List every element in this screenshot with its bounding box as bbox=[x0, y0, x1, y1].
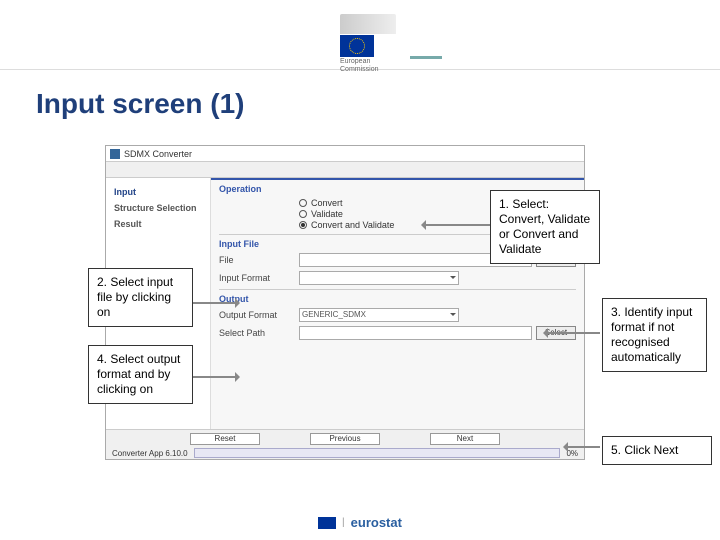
progress-bar bbox=[194, 448, 561, 458]
output-section: Output bbox=[219, 294, 576, 304]
ec-logo: European Commission bbox=[340, 14, 396, 73]
sidebar-item-input[interactable]: Input bbox=[112, 184, 204, 200]
output-select-button[interactable]: Select bbox=[536, 326, 576, 340]
output-path-input[interactable] bbox=[299, 326, 532, 340]
eurostat-logo: eurostat bbox=[351, 515, 402, 530]
slide-footer: | eurostat bbox=[0, 515, 720, 530]
brand-text-1: European bbox=[340, 58, 396, 65]
progress-percent: 0% bbox=[566, 449, 578, 458]
callout-2: 2. Select input file by clicking on bbox=[88, 268, 193, 327]
eu-flag-icon bbox=[340, 35, 374, 57]
eu-flag-mini-icon bbox=[318, 517, 336, 529]
header: European Commission bbox=[0, 0, 720, 70]
callout-3: 3. Identify input format if not recognis… bbox=[602, 298, 707, 372]
app-icon bbox=[110, 149, 120, 159]
brand-text-2: Commission bbox=[340, 66, 396, 73]
output-format-dropdown[interactable]: GENERIC_SDMX bbox=[299, 308, 459, 322]
callout-5: 5. Click Next bbox=[602, 436, 712, 465]
next-button[interactable]: Next bbox=[430, 433, 500, 445]
output-path-label: Select Path bbox=[219, 328, 299, 338]
page-title: Input screen (1) bbox=[36, 88, 244, 120]
app-version: Converter App 6.10.0 bbox=[112, 449, 188, 458]
reset-button[interactable]: Reset bbox=[190, 433, 260, 445]
previous-button[interactable]: Previous bbox=[310, 433, 380, 445]
menubar bbox=[106, 162, 584, 178]
sidebar-item-structure[interactable]: Structure Selection bbox=[112, 200, 204, 216]
app-footer: Reset Previous Next Converter App 6.10.0… bbox=[106, 429, 584, 459]
callout-4: 4. Select output format and by clicking … bbox=[88, 345, 193, 404]
file-label: File bbox=[219, 255, 299, 265]
callout-1: 1. Select: Convert, Validate or Convert … bbox=[490, 190, 600, 264]
window-title: SDMX Converter bbox=[124, 149, 192, 159]
output-format-label: Output Format bbox=[219, 310, 299, 320]
window-titlebar: SDMX Converter bbox=[106, 146, 584, 162]
input-format-dropdown[interactable] bbox=[299, 271, 459, 285]
input-format-label: Input Format bbox=[219, 273, 299, 283]
sidebar-item-result[interactable]: Result bbox=[112, 216, 204, 232]
